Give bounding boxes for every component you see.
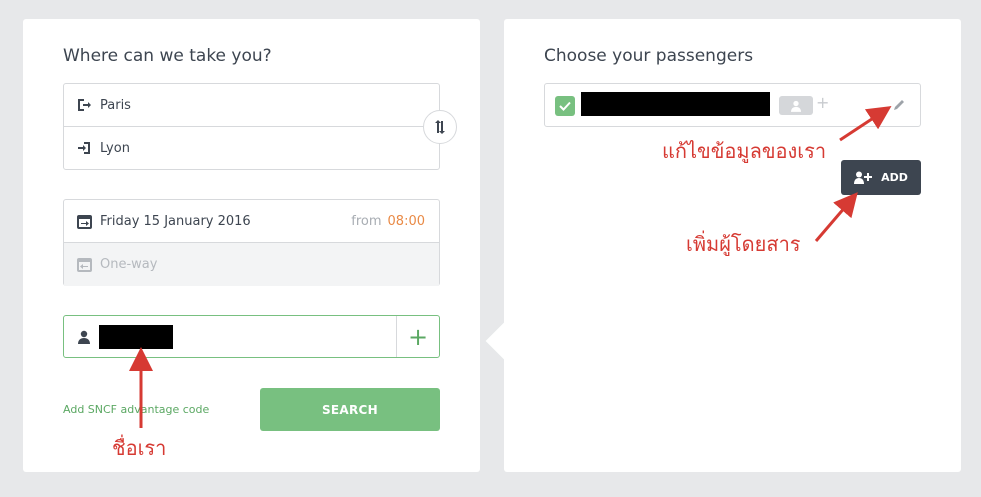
departure-icon [76, 97, 92, 113]
passenger-checkbox[interactable] [555, 96, 575, 116]
check-icon [559, 101, 571, 111]
destination-value: Lyon [100, 140, 130, 156]
pencil-icon [894, 100, 904, 110]
add-card-icon[interactable]: + [816, 93, 829, 112]
calendar-return-icon [76, 257, 92, 273]
arrival-icon [76, 140, 92, 156]
destination-field[interactable]: Lyon [64, 127, 439, 169]
return-date-field[interactable]: One-way [64, 243, 439, 286]
passenger-profile-pill[interactable] [779, 96, 813, 115]
calendar-out-icon [76, 213, 92, 229]
dates-box: Friday 15 January 2016 from 08:00 One-wa… [63, 199, 440, 286]
swap-stations-button[interactable] [423, 110, 457, 144]
advantage-code-link[interactable]: Add SNCF advantage code [63, 403, 209, 416]
from-label: from [351, 213, 382, 229]
origin-field[interactable]: Paris [64, 84, 439, 126]
departure-time[interactable]: 08:00 [388, 214, 425, 229]
redacted-passenger-name [581, 92, 770, 116]
return-date-placeholder: One-way [100, 257, 158, 272]
add-button-label: ADD [881, 171, 908, 184]
add-user-icon [854, 171, 873, 184]
add-passenger-plus-button[interactable]: + [396, 316, 439, 357]
user-icon [78, 329, 90, 348]
search-panel-title: Where can we take you? [63, 46, 272, 66]
edit-info-annotation: แก้ไขข้อมูลของเรา [662, 139, 827, 163]
add-passenger-button[interactable]: ADD [841, 160, 921, 195]
user-icon [791, 100, 801, 112]
outbound-date-value: Friday 15 January 2016 [100, 213, 251, 229]
add-passenger-annotation: เพิ่มผู้โดยสาร [686, 232, 801, 256]
swap-icon [435, 120, 445, 134]
passengers-panel-title: Choose your passengers [544, 46, 754, 66]
our-name-annotation: ชื่อเรา [112, 436, 167, 460]
search-button[interactable]: SEARCH [260, 388, 440, 431]
edit-passenger-button[interactable] [892, 97, 906, 116]
route-box: Paris Lyon [63, 83, 440, 170]
origin-value: Paris [100, 97, 131, 113]
outbound-date-field[interactable]: Friday 15 January 2016 from 08:00 [64, 200, 439, 242]
redacted-passenger-name [99, 325, 173, 349]
